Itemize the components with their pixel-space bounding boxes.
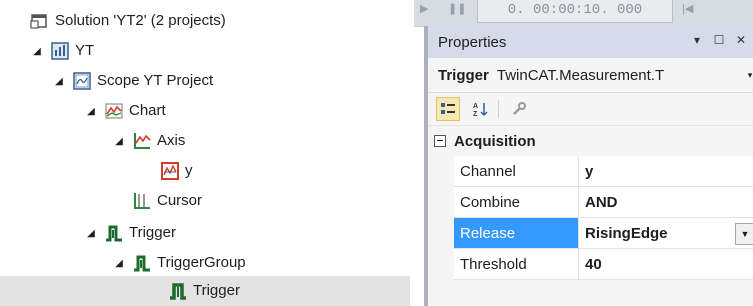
property-value[interactable]: AND	[578, 187, 753, 218]
svg-text:Z: Z	[473, 111, 478, 117]
property-row-combine[interactable]: Combine AND	[428, 187, 753, 218]
property-value: RisingEdge	[585, 224, 668, 242]
property-row-threshold[interactable]: Threshold 40	[428, 249, 753, 280]
property-value[interactable]: y	[578, 156, 753, 187]
maximize-icon[interactable]: ☐	[711, 33, 727, 47]
categorized-icon[interactable]	[436, 97, 460, 121]
dropdown-arrow-icon[interactable]: ▾	[689, 33, 705, 47]
alphabetical-icon[interactable]: AZ	[468, 97, 492, 121]
svg-text:A: A	[473, 103, 478, 110]
play-icon[interactable]: ▶	[420, 2, 436, 18]
tree-node-label: Cursor	[157, 192, 203, 209]
tree-node-label: TriggerGroup	[157, 254, 246, 271]
category-label: Acquisition	[454, 132, 536, 150]
property-row-channel[interactable]: Channel y	[428, 156, 753, 187]
expander-icon[interactable]: ◢	[112, 134, 126, 148]
tree-node-label: Chart	[129, 102, 166, 119]
tree-node-label: YT	[75, 42, 95, 59]
object-name: Trigger	[438, 66, 489, 84]
object-selector[interactable]: Trigger TwinCAT.Measurement.T ▾	[428, 58, 753, 93]
tree-node-trigger-group[interactable]: ◢ TriggerGroup	[112, 248, 246, 278]
expander-icon[interactable]: ◢	[112, 256, 126, 270]
object-type: TwinCAT.Measurement.T	[496, 66, 665, 84]
tree-node-yt[interactable]: ◢ YT	[30, 36, 94, 66]
expander-icon[interactable]: ◢	[52, 74, 66, 88]
property-row-release[interactable]: Release RisingEdge ▼	[428, 218, 753, 249]
expander-icon[interactable]: ◢	[84, 226, 98, 240]
property-name: Channel	[454, 156, 578, 187]
collapse-icon[interactable]	[434, 135, 446, 147]
tree-node-trigger-selected[interactable]: Trigger	[0, 276, 410, 306]
close-icon[interactable]: ✕	[733, 33, 749, 47]
trigger-item-icon	[168, 281, 188, 301]
tree-node-label: y	[185, 162, 193, 179]
tree-node-label: Scope YT Project	[97, 72, 214, 89]
expander-icon[interactable]: ◢	[30, 44, 44, 58]
properties-title-bar: Properties ▾ ☐ ✕	[428, 26, 753, 58]
trigger-group-icon	[132, 253, 152, 273]
property-name: Threshold	[454, 249, 578, 280]
pause-icon[interactable]: ❚❚	[448, 2, 466, 18]
time-readout: 0. 00:00:10. 000	[477, 0, 673, 23]
tree-node-trigger[interactable]: ◢ Trigger	[84, 218, 176, 248]
scope-project-icon	[72, 71, 92, 91]
property-grid: Acquisition Channel y Combine AND Releas…	[428, 126, 753, 280]
property-pages-icon[interactable]	[507, 97, 531, 121]
cursor-icon	[132, 191, 152, 211]
expander-icon[interactable]: ◢	[84, 104, 98, 118]
solution-explorer-tree: Solution 'YT2' (2 projects) ◢ YT ◢ Scope…	[0, 0, 410, 306]
tree-node-scope-yt-project[interactable]: ◢ Scope YT Project	[52, 66, 213, 96]
tree-node-y[interactable]: y	[160, 156, 193, 186]
tree-node-cursor[interactable]: Cursor	[132, 186, 202, 216]
tree-node-label: Solution 'YT2' (2 projects)	[55, 12, 226, 29]
toolbar-separator	[498, 100, 499, 118]
tree-node-chart[interactable]: ◢ Chart	[84, 96, 166, 126]
tree-node-label: Axis	[157, 132, 186, 149]
skip-start-icon[interactable]: |◀	[682, 2, 698, 18]
chevron-down-icon[interactable]: ▾	[743, 58, 753, 92]
tree-node-label: Trigger	[129, 224, 176, 241]
properties-panel: Properties ▾ ☐ ✕ Trigger TwinCAT.Measure…	[424, 26, 753, 306]
dropdown-button-icon[interactable]: ▼	[735, 223, 753, 245]
solution-icon	[30, 11, 50, 31]
channel-icon	[160, 161, 180, 181]
time-strip: ▶ ❚❚ 0. 00:00:10. 000 |◀	[414, 0, 753, 27]
properties-title: Properties	[438, 33, 507, 51]
trigger-icon	[104, 223, 124, 243]
property-name: Combine	[454, 187, 578, 218]
tree-node-axis[interactable]: ◢ Axis	[112, 126, 185, 156]
properties-toolbar: AZ	[428, 93, 753, 126]
tree-node-label: Trigger	[193, 282, 240, 299]
property-name: Release	[454, 218, 578, 249]
property-value[interactable]: 40	[578, 249, 753, 280]
category-acquisition[interactable]: Acquisition	[428, 126, 753, 156]
yt-project-icon	[50, 41, 70, 61]
axis-icon	[132, 131, 152, 151]
property-value-dropdown[interactable]: RisingEdge ▼	[578, 218, 753, 249]
tree-node-solution[interactable]: Solution 'YT2' (2 projects)	[30, 6, 226, 36]
chart-icon	[104, 101, 124, 121]
